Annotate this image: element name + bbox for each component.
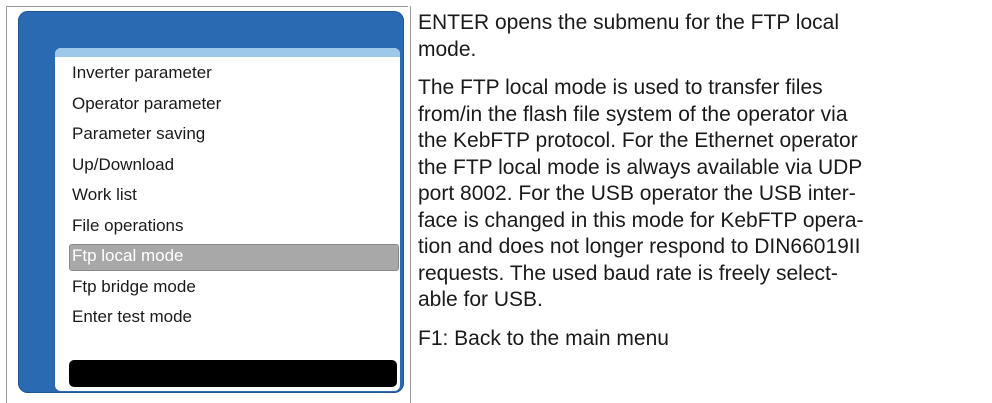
intro-paragraph: ENTER opens the submenu for the FTP loca… — [418, 11, 839, 61]
menu-item-label: Ftp bridge mode — [72, 276, 196, 296]
menu-item-ftp-bridge-mode[interactable]: Ftp bridge mode — [55, 272, 400, 303]
menu-item-inverter-parameter[interactable]: Inverter parameter — [55, 58, 400, 89]
menu-item-label: Enter test mode — [72, 307, 193, 326]
menu-item-label: Up/Download — [72, 154, 175, 174]
menu-item-label: Work list — [72, 185, 137, 204]
menu-item-enter-test-mode[interactable]: Enter test mode — [55, 302, 400, 333]
operator-menu: Inverter parameter Operator parameter Pa… — [55, 58, 400, 333]
manual-page: Inverter parameter Operator parameter Pa… — [0, 0, 992, 403]
menu-item-file-operations[interactable]: File operations — [55, 211, 400, 242]
menu-item-label: Operator parameter — [72, 93, 222, 113]
body-paragraph: The FTP local mode is used to transfer f… — [418, 76, 864, 311]
operator-display-frame: Inverter parameter Operator parameter Pa… — [18, 11, 404, 393]
operator-display-screen: Inverter parameter Operator parameter Pa… — [55, 48, 400, 391]
screen-status-bar — [69, 360, 397, 387]
menu-item-up-download[interactable]: Up/Download — [55, 150, 400, 181]
table-divider — [410, 6, 411, 403]
menu-item-operator-parameter[interactable]: Operator parameter — [55, 89, 400, 120]
menu-item-ftp-local-mode[interactable]: Ftp local mode — [55, 241, 400, 272]
menu-item-label: Parameter saving — [72, 124, 206, 143]
menu-item-label: Inverter parameter — [72, 63, 212, 82]
f1-key-note: F1: Back to the main menu — [418, 326, 669, 350]
menu-item-label: File operations — [72, 215, 184, 235]
menu-item-label: Ftp local mode — [72, 246, 184, 265]
menu-item-parameter-saving[interactable]: Parameter saving — [55, 119, 400, 150]
menu-item-work-list[interactable]: Work list — [55, 180, 400, 211]
description-column: ENTER opens the submenu for the FTP loca… — [418, 10, 984, 364]
screen-title-bar — [55, 48, 400, 57]
